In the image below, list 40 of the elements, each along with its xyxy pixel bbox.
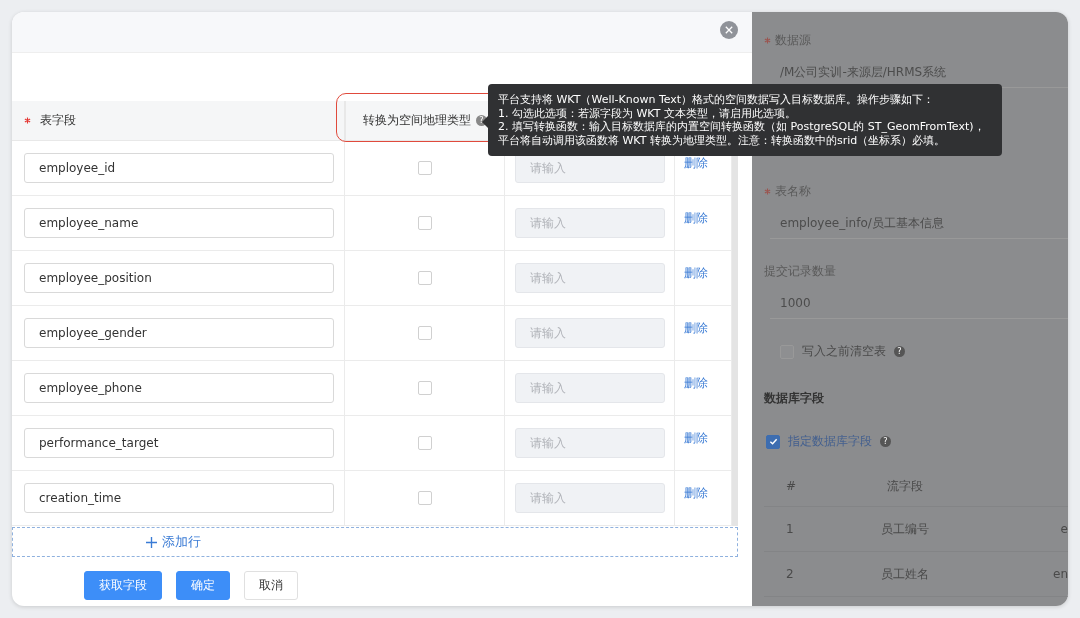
table-cell-text: 2 [785,567,795,581]
input-field[interactable]: performance_target [24,428,334,458]
checkbox[interactable] [766,434,780,449]
action-button[interactable]: 取消 [244,571,298,600]
field-value[interactable]: 1000 [770,288,1068,319]
table-cell-text: 员工编号 [880,520,930,538]
help-icon: ? [894,346,905,357]
input-field[interactable]: employee_position [24,263,334,293]
delete-link[interactable]: 删除 [675,265,717,282]
plus-icon [145,536,157,548]
table-cell-text: e [1059,522,1068,536]
table-cell-text: 1 [785,522,795,536]
checkbox-label: 写入之前清空表 [802,343,886,360]
help-icon: ? [476,115,487,126]
input-field[interactable]: employee_name [24,208,334,238]
table-cell-text: en [1052,567,1068,581]
input-field[interactable]: creation_time [24,483,334,513]
delete-link[interactable]: 删除 [675,485,717,502]
column-header: 转换为空间地理类型 [363,112,471,129]
tooltip: 平台支持将 WKT（Well-Known Text）格式的空间数据写入目标数据库。操作步骤如下： 1. 勾选此选项：若源字段为 WKT 文本类型，请启用此选项。 2. 填写转换函数：输入目标数据库的内置空间转换函数（如 PostgreSQL的 ST_GeomFromText)， 平台将自动调用该函数将 WKT 转换为地理类型。注意：转换函数中的srid（坐标系）必填。 [488,84,1002,156]
section-title: 数据库字段 [764,390,825,407]
action-button[interactable]: 获取字段 [84,571,162,600]
column-header: 流字段 [886,477,924,495]
input-field[interactable]: employee_id [24,153,334,183]
input-field[interactable]: employee_phone [24,373,334,403]
field-value[interactable]: employee_info/员工基本信息 [770,208,1068,239]
delete-link[interactable]: 删除 [675,375,717,392]
add-row-button[interactable]: 添加行 [12,527,738,557]
delete-link[interactable]: 删除 [675,430,717,447]
delete-link[interactable]: 删除 [675,155,717,172]
checkbox-label: 指定数据库字段 [788,433,872,450]
delete-link[interactable]: 删除 [675,210,717,227]
column-header: 表字段 [40,112,76,129]
action-button[interactable]: 确定 [176,571,230,600]
column-header: # [785,479,798,493]
table-cell-text: 员工姓名 [880,565,930,583]
help-icon: ? [880,436,891,447]
checkmark-icon [768,437,778,446]
input-field[interactable]: employee_gender [24,318,334,348]
delete-link[interactable]: 删除 [675,320,717,337]
